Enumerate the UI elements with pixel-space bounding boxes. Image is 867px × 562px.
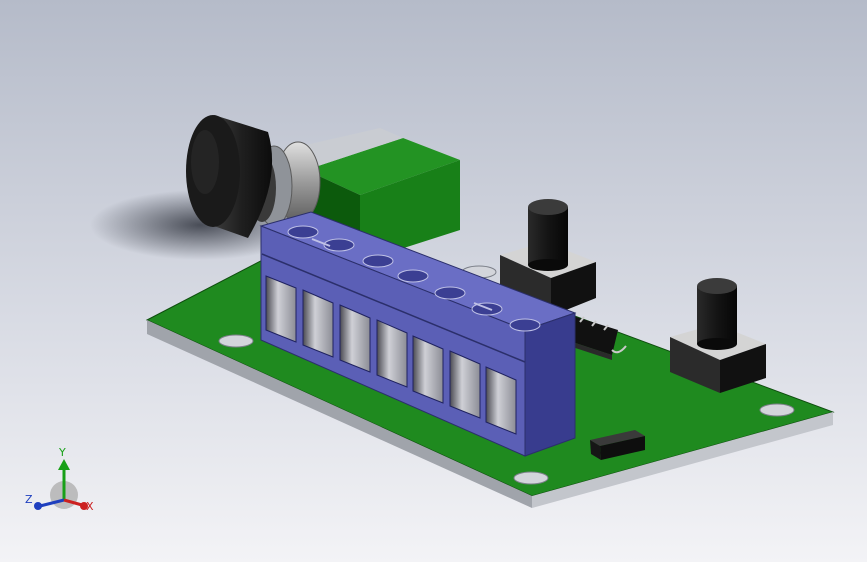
pushbutton-cap <box>528 207 568 265</box>
mounting-hole <box>513 471 549 485</box>
triad-z-label: Z <box>25 493 33 506</box>
mounting-hole <box>759 403 795 417</box>
pushbutton-cap <box>697 286 737 344</box>
terminal-slot <box>265 275 297 343</box>
cad-scene: Y Z X <box>25 115 835 513</box>
terminal-block-side <box>524 312 576 457</box>
triad-y-label: Y <box>58 446 66 459</box>
triad-x-label: X <box>86 500 94 513</box>
pushbutton-2[interactable] <box>670 278 766 393</box>
coordinate-triad[interactable]: Y Z X <box>25 446 94 513</box>
terminal-screw <box>287 225 319 239</box>
triad-z-arrow-icon <box>34 502 42 510</box>
mounting-hole <box>218 334 254 348</box>
terminal-screw <box>434 286 466 300</box>
cad-viewport[interactable]: Y Z X <box>0 0 867 562</box>
terminal-screw <box>397 269 429 283</box>
triad-y-arrow-icon <box>58 459 70 470</box>
terminal-screw <box>509 318 541 332</box>
terminal-screw <box>362 254 394 268</box>
